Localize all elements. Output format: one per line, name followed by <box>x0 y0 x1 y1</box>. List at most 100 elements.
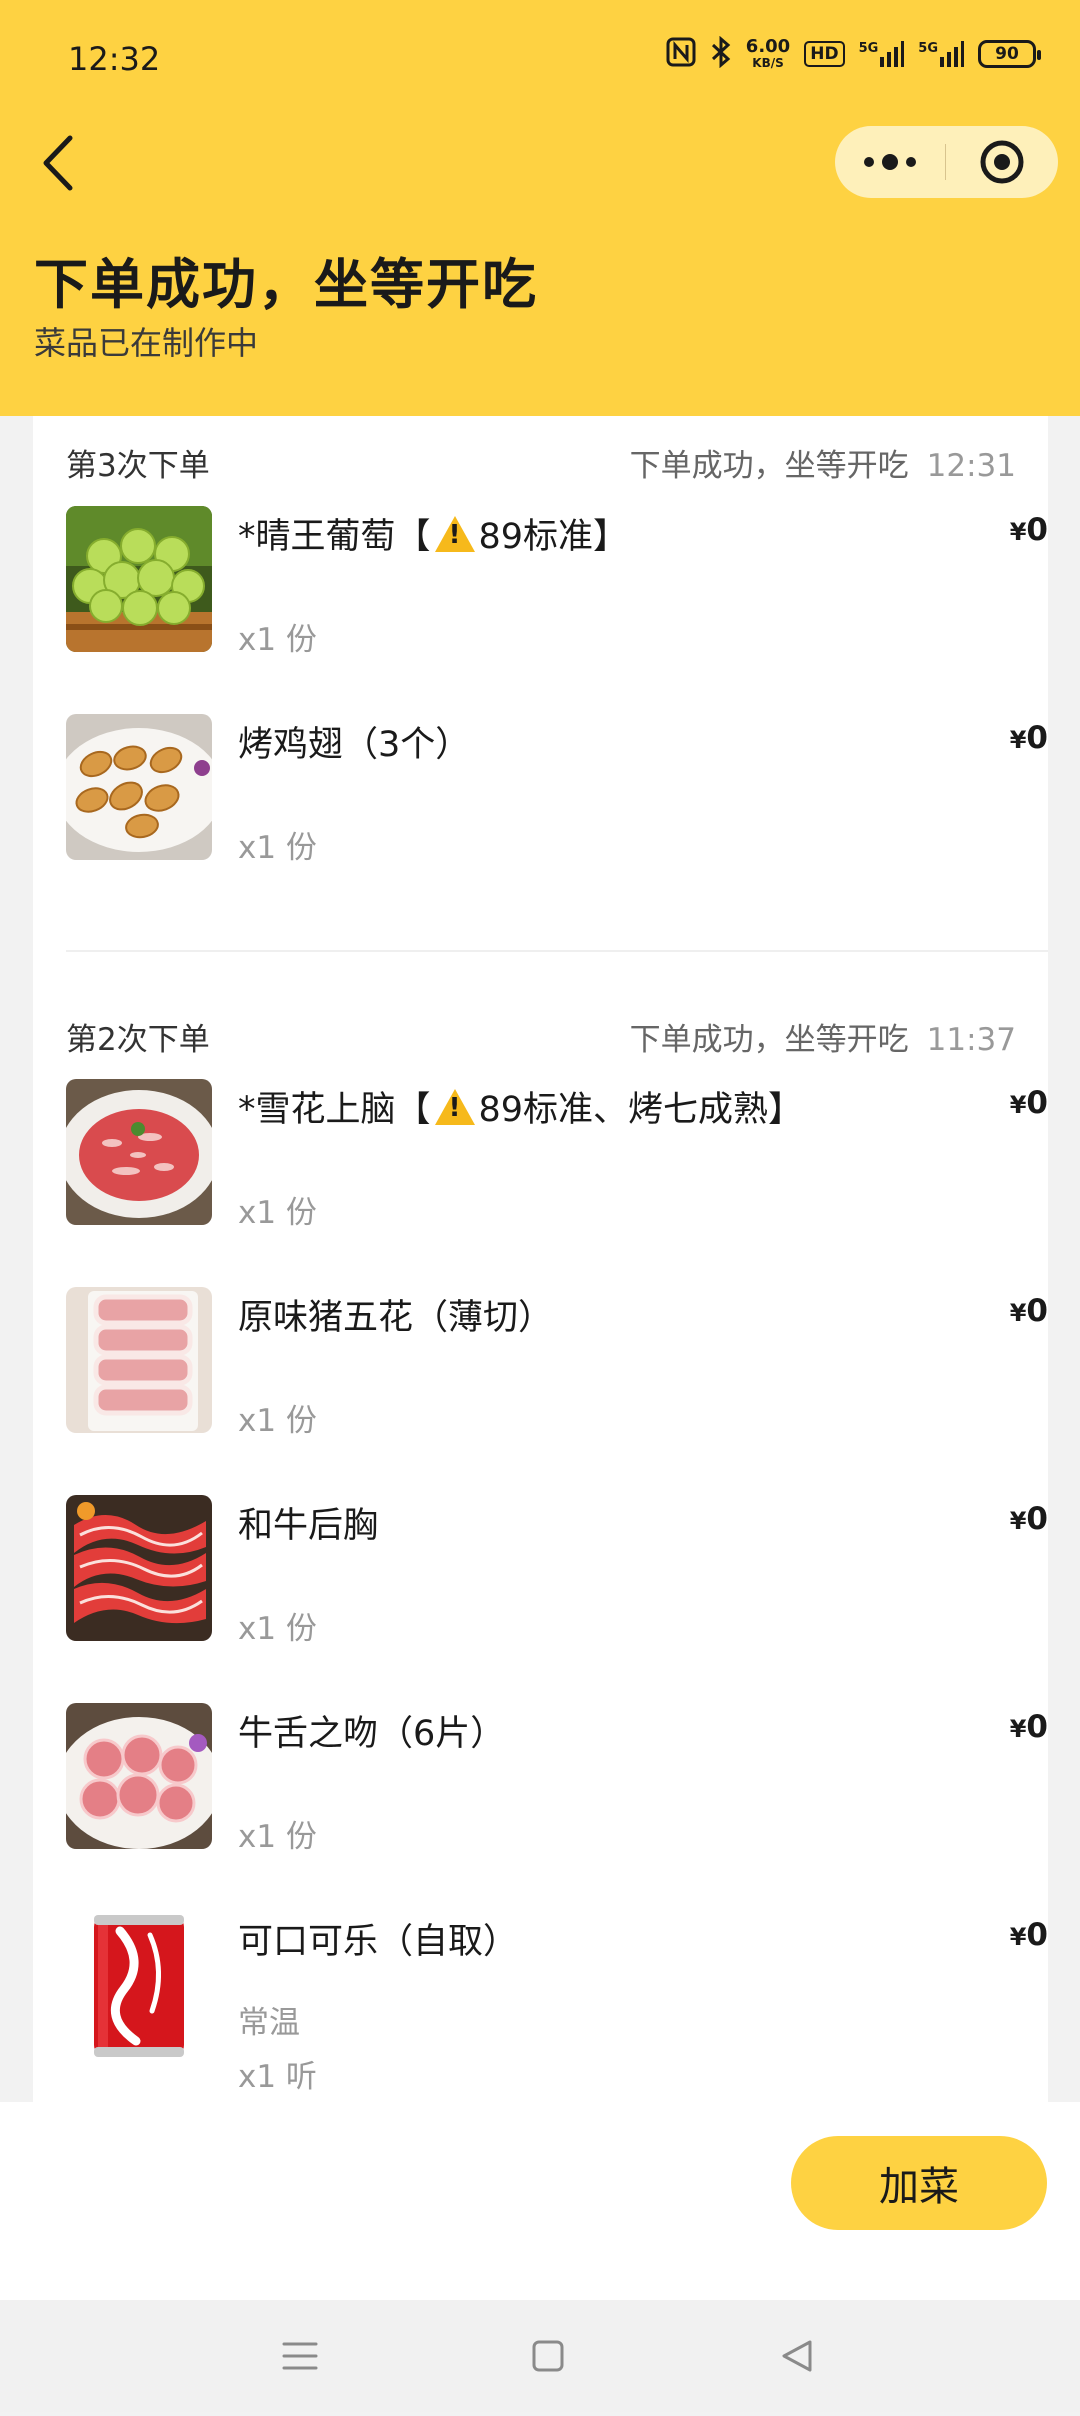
order-status-text: 下单成功，坐等开吃 <box>629 448 909 484</box>
item-qty: x1 份 <box>238 1403 317 1439</box>
battery-icon: 90 <box>978 40 1041 68</box>
item-price: ¥0 <box>1010 512 1048 548</box>
item-price-value: 0 <box>1026 1917 1048 1953</box>
order-item[interactable]: 烤鸡翅（3个） ¥0 x1 份 <box>66 714 1048 914</box>
item-price-value: 0 <box>1026 1085 1048 1121</box>
item-price: ¥0 <box>1010 1501 1048 1537</box>
net-speed-unit: KB/S <box>752 56 784 70</box>
back-button[interactable] <box>30 128 90 198</box>
item-price-value: 0 <box>1026 1709 1048 1745</box>
nfc-icon <box>666 37 696 71</box>
mini-program-capsule <box>835 126 1058 198</box>
home-square-icon <box>532 2340 564 2372</box>
item-qty: x1 份 <box>238 1195 317 1231</box>
page-subtitle: 菜品已在制作中 <box>34 324 259 362</box>
item-name: 原味猪五花（薄切） <box>238 1298 554 1338</box>
item-name-suffix: 89标准】 <box>478 517 629 557</box>
item-name: 牛舌之吻（6片） <box>238 1714 506 1754</box>
signal-label-1: 5G <box>858 41 879 56</box>
order-group-header: 第2次下单 下单成功，坐等开吃 11:37 <box>66 1014 1016 1064</box>
back-nav-button[interactable] <box>726 2300 866 2412</box>
item-price-value: 0 <box>1026 720 1048 756</box>
item-name-prefix: *雪花上脑【 <box>238 1090 431 1130</box>
order-time: 12:31 <box>926 448 1016 484</box>
warning-icon <box>434 1089 475 1125</box>
hd-icon: HD <box>804 41 845 67</box>
item-price: ¥0 <box>1010 1085 1048 1121</box>
signal-icon-1: 5G <box>859 41 905 67</box>
item-name: 烤鸡翅（3个） <box>238 725 471 765</box>
currency-symbol: ¥ <box>1009 1299 1027 1327</box>
currency-symbol: ¥ <box>1009 518 1027 546</box>
item-price: ¥0 <box>1010 1293 1048 1329</box>
pork-belly-image <box>66 1287 212 1433</box>
menu-nav-button[interactable] <box>230 2300 370 2412</box>
bluetooth-icon <box>710 35 732 72</box>
order-time: 11:37 <box>926 1022 1016 1058</box>
grape-image <box>66 506 212 652</box>
currency-symbol: ¥ <box>1009 1715 1027 1743</box>
item-price: ¥0 <box>1010 1709 1048 1745</box>
item-price-value: 0 <box>1026 1293 1048 1329</box>
order-label: 第3次下单 <box>66 448 210 484</box>
item-name-prefix: *晴王葡萄【 <box>238 517 431 557</box>
item-option: 常温 <box>238 2005 300 2041</box>
item-qty: x1 份 <box>238 1819 317 1855</box>
warning-icon <box>434 516 475 552</box>
currency-symbol: ¥ <box>1009 1507 1027 1535</box>
order-status: 下单成功，坐等开吃 12:31 <box>630 440 1016 485</box>
order-status: 下单成功，坐等开吃 11:37 <box>630 1014 1016 1059</box>
menu-lines-icon <box>282 2342 318 2370</box>
order-item[interactable]: *雪花上脑【 89标准、烤七成熟】 ¥0 x1 份 <box>66 1079 1048 1279</box>
order-status-text: 下单成功，坐等开吃 <box>629 1022 909 1058</box>
item-qty: x1 份 <box>238 1611 317 1647</box>
item-qty: x1 份 <box>238 830 317 866</box>
chicken-wings-image <box>66 714 212 860</box>
item-name: *晴王葡萄【 89标准】 <box>238 508 628 559</box>
order-item[interactable]: 可口可乐（自取） ¥0 常温 x1 听 <box>66 1911 1048 2102</box>
order-item[interactable]: 原味猪五花（薄切） ¥0 x1 份 <box>66 1287 1048 1487</box>
currency-symbol: ¥ <box>1009 1923 1027 1951</box>
currency-symbol: ¥ <box>1009 726 1027 754</box>
home-nav-button[interactable] <box>478 2300 618 2412</box>
more-button[interactable] <box>835 126 945 198</box>
system-nav-bar <box>0 2300 1080 2412</box>
currency-symbol: ¥ <box>1009 1091 1027 1119</box>
bottom-action-bar: 加菜 <box>0 2102 1080 2300</box>
net-speed-value: 6.00 <box>745 36 791 57</box>
item-qty: x1 份 <box>238 622 317 658</box>
more-dots-icon <box>864 154 916 170</box>
back-triangle-icon <box>782 2340 812 2372</box>
item-name: 和牛后胸 <box>238 1506 379 1546</box>
item-qty: x1 听 <box>238 2059 317 2095</box>
order-item[interactable]: 牛舌之吻（6片） ¥0 x1 份 <box>66 1703 1048 1903</box>
status-icons: 6.00 KB/S HD 5G 5G 90 <box>666 35 1041 72</box>
add-dishes-button[interactable]: 加菜 <box>791 2136 1047 2230</box>
signal-icon-2: 5G <box>918 41 964 67</box>
header: 12:32 6.00 KB/S HD 5G 5G 90 下单成功，坐等开吃 菜品… <box>0 0 1080 416</box>
status-bar: 12:32 6.00 KB/S HD 5G 5G 90 <box>0 0 1080 120</box>
item-price-value: 0 <box>1026 512 1048 548</box>
page-title: 下单成功，坐等开吃 <box>34 253 538 316</box>
order-item[interactable]: 和牛后胸 ¥0 x1 份 <box>66 1495 1048 1695</box>
capsule-divider <box>945 144 946 180</box>
signal-label-2: 5G <box>918 41 938 56</box>
status-time: 12:32 <box>68 40 161 78</box>
wagyu-brisket-image <box>66 1495 212 1641</box>
item-price-value: 0 <box>1026 1501 1048 1537</box>
chevron-left-icon <box>43 135 73 191</box>
item-price: ¥0 <box>1010 1917 1048 1953</box>
item-name-suffix: 89标准、烤七成熟】 <box>478 1090 804 1130</box>
order-list[interactable]: 第3次下单 下单成功，坐等开吃 12:31 *晴王葡萄【 89标准】 ¥0 x1 份 <box>33 416 1048 2102</box>
beef-tongue-image <box>66 1703 212 1849</box>
order-item[interactable]: *晴王葡萄【 89标准】 ¥0 x1 份 <box>66 506 1048 706</box>
item-name: *雪花上脑【 89标准、烤七成熟】 <box>238 1081 803 1132</box>
item-price: ¥0 <box>1010 720 1048 756</box>
beef-chuck-image <box>66 1079 212 1225</box>
target-close-icon <box>980 140 1024 184</box>
order-group-header: 第3次下单 下单成功，坐等开吃 12:31 <box>66 440 1016 490</box>
order-divider <box>66 950 1048 952</box>
item-name: 可口可乐（自取） <box>238 1922 519 1962</box>
order-label: 第2次下单 <box>66 1022 210 1058</box>
close-button[interactable] <box>947 126 1057 198</box>
